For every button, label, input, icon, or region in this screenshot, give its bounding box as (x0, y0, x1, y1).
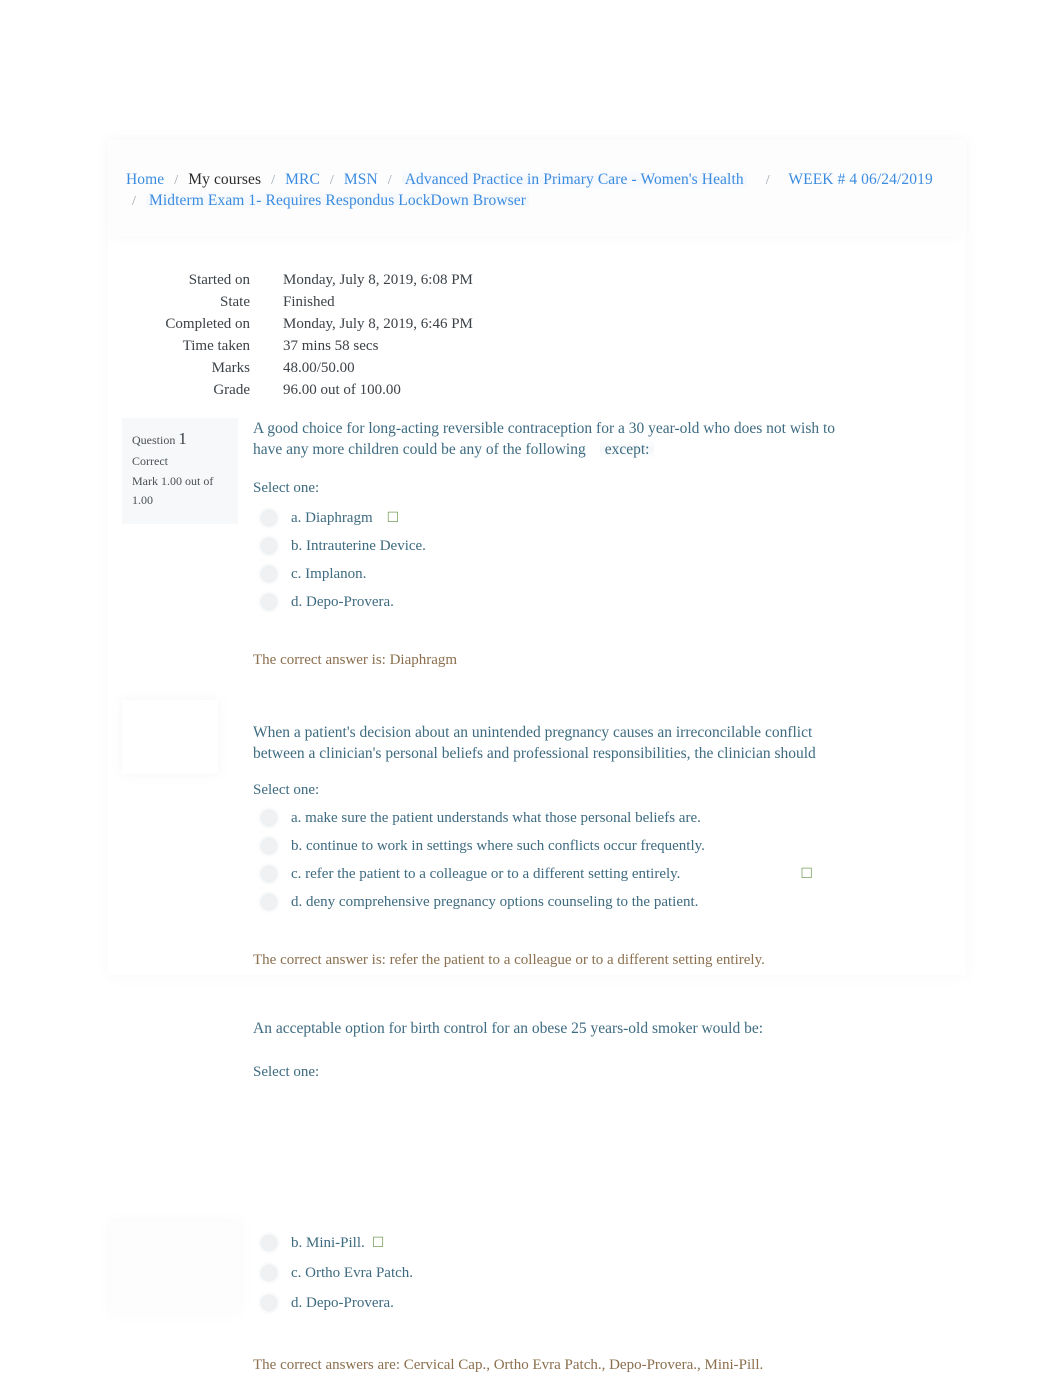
breadcrumb-bar: Home / My courses / MRC / MSN / Advanced… (112, 142, 962, 236)
question-grade: Mark 1.00 out of 1.00 (132, 474, 214, 507)
answer-option-label: d. Depo-Provera. (291, 1295, 394, 1311)
question-except-emphasis: except: (599, 440, 655, 459)
answer-option-c[interactable]: c. Implanon. (253, 565, 943, 584)
answer-option-b[interactable]: b. Intrauterine Device. (253, 537, 943, 556)
quiz-summary-table: Started on Monday, July 8, 2019, 6:08 PM… (130, 269, 610, 401)
summary-row-grade: Grade 96.00 out of 100.00 (130, 379, 473, 401)
answer-option-label: b. Mini-Pill. (291, 1235, 365, 1251)
radio-button-icon[interactable] (262, 895, 276, 909)
radio-button-icon[interactable] (262, 1296, 276, 1310)
question-text-3: An acceptable option for birth control f… (253, 1018, 873, 1039)
radio-button-icon[interactable] (262, 1236, 276, 1250)
question-number: 1 (178, 429, 187, 448)
question-number-row (122, 705, 125, 719)
answer-option-label: b. Intrauterine Device. (291, 538, 426, 554)
radio-button-icon[interactable] (262, 811, 276, 825)
answer-list-3: b. Mini-Pill. ☐ c. Ortho Evra Patch. d. D… (253, 1234, 943, 1313)
answer-option-label: a. make sure the patient understands wha… (291, 810, 701, 826)
summary-label-grade: Grade (213, 381, 250, 398)
radio-button-icon[interactable] (262, 511, 276, 525)
answer-option-label: b. continue to work in settings where su… (291, 838, 705, 854)
select-one-label-1: Select one: (253, 480, 320, 496)
radio-button-icon[interactable] (262, 867, 276, 881)
answer-option-a[interactable]: a. make sure the patient understands wha… (253, 809, 943, 828)
question-stem: When a patient's decision about an unint… (253, 724, 816, 762)
answer-list-2: a. make sure the patient understands wha… (253, 809, 943, 912)
question-label: Question (132, 433, 176, 447)
summary-label-state: State (220, 293, 250, 310)
summary-label-completed-on: Completed on (165, 315, 250, 332)
radio-button-icon[interactable] (262, 539, 276, 553)
breadcrumb-item-week[interactable]: WEEK # 4 06/24/2019 (788, 171, 932, 188)
summary-value-state: Finished (283, 293, 335, 310)
breadcrumb-separator: / (329, 173, 334, 188)
answer-option-c[interactable]: c. refer the patient to a colleague or t… (253, 865, 943, 884)
breadcrumb-item-course[interactable]: Advanced Practice in Primary Care - Wome… (401, 170, 747, 189)
question-state: Correct (132, 454, 168, 468)
answer-option-label: d. deny comprehensive pregnancy options … (291, 894, 699, 910)
radio-button-icon[interactable] (262, 1266, 276, 1280)
correct-answer-text-1: The correct answer is: Diaphragm (253, 652, 458, 668)
breadcrumb-separator: / (765, 173, 770, 188)
answer-list-1: a. Diaphragm ☐ b. Intrauterine Device. c.… (253, 509, 943, 612)
answer-option-a[interactable]: a. Diaphragm ☐ (253, 509, 943, 528)
answer-option-d[interactable]: d. Depo-Provera. (253, 593, 943, 612)
summary-row-completed-on: Completed on Monday, July 8, 2019, 6:46 … (130, 313, 473, 335)
breadcrumb-item-home[interactable]: Home (126, 171, 164, 188)
breadcrumb-separator: / (132, 194, 136, 209)
question-info-box-1: Question 1 Correct Mark 1.00 out of 1.00 (122, 418, 238, 524)
select-one-label-2: Select one: (253, 782, 320, 798)
question-number-row: Question 1 (132, 429, 187, 448)
question-stem: A good choice for long-acting reversible… (253, 420, 836, 458)
summary-label-time-taken: Time taken (182, 337, 250, 354)
question-text-1: A good choice for long-acting reversible… (253, 418, 839, 460)
summary-row-time-taken: Time taken 37 mins 58 secs (130, 335, 473, 357)
summary-row-started-on: Started on Monday, July 8, 2019, 6:08 PM (130, 269, 473, 291)
question-body-1: A good choice for long-acting reversible… (253, 418, 943, 670)
answer-option-d[interactable]: d. Depo-Provera. (253, 1294, 943, 1313)
check-icon: ☐ (386, 510, 400, 526)
question-text-2: When a patient's decision about an unint… (253, 722, 853, 764)
summary-row-marks: Marks 48.00/50.00 (130, 357, 473, 379)
breadcrumb-separator: / (387, 173, 392, 188)
radio-button-icon[interactable] (262, 567, 276, 581)
breadcrumb-item-my-courses[interactable]: My courses (188, 171, 261, 188)
answer-option-label: c. Implanon. (291, 566, 367, 582)
question-info-box-2 (122, 700, 218, 774)
question-body-3: An acceptable option for birth control f… (253, 1018, 943, 1375)
answer-option-c[interactable]: c. Ortho Evra Patch. (253, 1264, 943, 1283)
breadcrumb-item-exam[interactable]: Midterm Exam 1- Requires Respondus LockD… (145, 191, 530, 210)
breadcrumb-item-mrc[interactable]: MRC (285, 171, 320, 188)
summary-row-state: State Finished (130, 291, 473, 313)
answer-option-label: c. refer the patient to a colleague or t… (291, 866, 681, 882)
answer-option-label: c. Ortho Evra Patch. (291, 1265, 414, 1281)
question-3-panel (110, 1222, 240, 1312)
question-stem: An acceptable option for birth control f… (253, 1020, 764, 1037)
breadcrumb-separator: / (271, 173, 276, 188)
answer-option-label: d. Depo-Provera. (291, 594, 394, 610)
check-icon: ☐ (371, 1235, 385, 1251)
correct-answer-text-2: The correct answer is: refer the patient… (253, 952, 765, 968)
check-icon: ☐ (800, 866, 813, 882)
question-body-2: When a patient's decision about an unint… (253, 722, 943, 970)
answer-option-label: a. Diaphragm (291, 510, 373, 526)
select-one-label-3: Select one: (253, 1064, 320, 1080)
summary-value-time-taken: 37 mins 58 secs (283, 337, 379, 354)
summary-value-grade: 96.00 out of 100.00 (283, 381, 401, 398)
breadcrumb-separator: / (174, 173, 179, 188)
question-number (122, 701, 125, 720)
breadcrumb: Home / My courses / MRC / MSN / Advanced… (126, 170, 946, 211)
summary-label-started-on: Started on (188, 271, 250, 288)
summary-value-completed-on: Monday, July 8, 2019, 6:46 PM (283, 315, 473, 332)
correct-answer-text-3: The correct answers are: Cervical Cap., … (253, 1357, 764, 1373)
answer-option-d[interactable]: d. deny comprehensive pregnancy options … (253, 893, 943, 912)
summary-value-started-on: Monday, July 8, 2019, 6:08 PM (283, 271, 473, 288)
answer-option-b[interactable]: b. Mini-Pill. ☐ (253, 1234, 943, 1253)
breadcrumb-item-msn[interactable]: MSN (344, 171, 378, 188)
radio-button-icon[interactable] (262, 595, 276, 609)
answer-option-b[interactable]: b. continue to work in settings where su… (253, 837, 943, 856)
summary-value-marks: 48.00/50.00 (283, 359, 355, 376)
radio-button-icon[interactable] (262, 839, 276, 853)
summary-label-marks: Marks (211, 359, 250, 376)
